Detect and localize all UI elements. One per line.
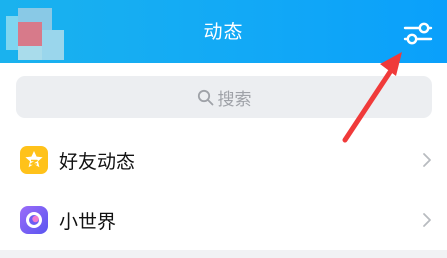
- small-world-planet-icon: [20, 206, 48, 234]
- header-bar: 动态: [0, 0, 447, 63]
- friends-feed-star-icon: [20, 146, 48, 174]
- chevron-right-icon: [423, 213, 431, 227]
- section-divider: [0, 250, 447, 258]
- search-icon: [197, 89, 213, 105]
- page-title: 动态: [203, 21, 244, 43]
- list-item-label: 小世界: [59, 210, 117, 233]
- list-item-friends-feed[interactable]: 好友动态: [0, 131, 447, 189]
- list-item-small-world[interactable]: 小世界: [0, 191, 447, 249]
- search-input[interactable]: 搜索: [16, 76, 432, 118]
- search-placeholder: 搜索: [217, 89, 252, 110]
- chevron-right-icon: [423, 153, 431, 167]
- filter-sliders-icon[interactable]: [402, 18, 434, 48]
- list-item-label: 好友动态: [59, 150, 136, 173]
